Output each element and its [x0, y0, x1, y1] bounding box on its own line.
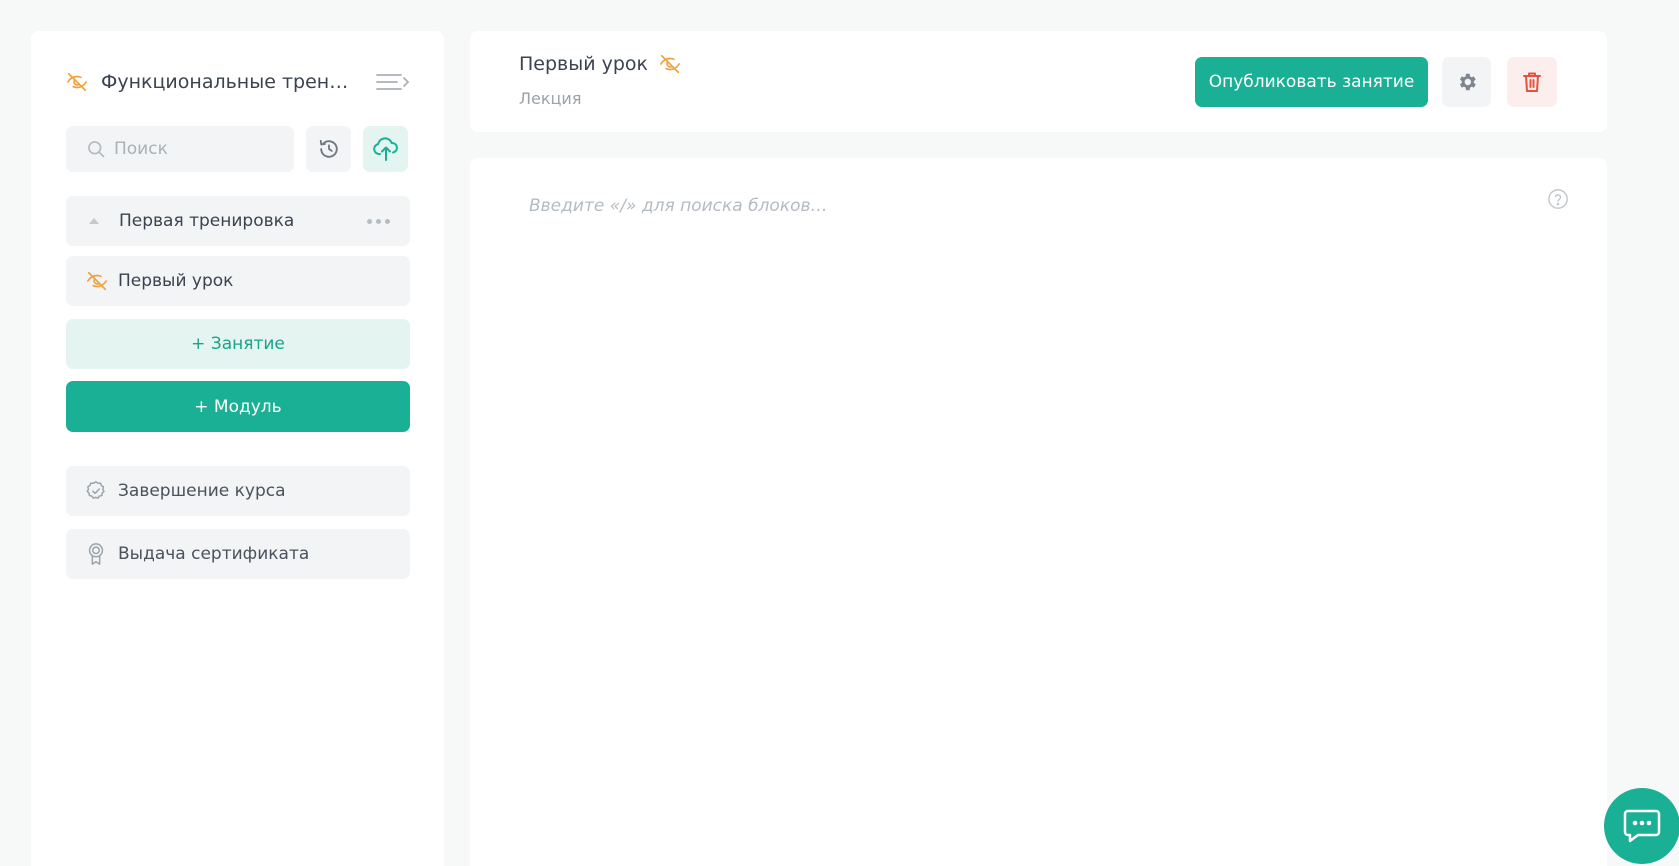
history-button[interactable]	[306, 126, 351, 172]
eye-off-icon	[66, 71, 88, 93]
upload-button[interactable]	[363, 126, 408, 172]
course-completion-label: Завершение курса	[118, 481, 286, 501]
certificate-label: Выдача сертификата	[118, 544, 310, 564]
search-input[interactable]	[114, 139, 284, 159]
award-icon	[85, 542, 107, 566]
lesson-label: Первый урок	[118, 271, 234, 291]
history-icon	[318, 138, 340, 160]
course-sidebar: Функциональные трени... Поиск Первая тре…	[31, 31, 444, 866]
lesson-type: Лекция	[519, 89, 582, 108]
lesson-title-row: Первый урок	[519, 53, 681, 75]
lesson-title[interactable]: Первый урок	[519, 53, 648, 75]
course-header: Функциональные трени...	[66, 67, 411, 97]
collapse-sidebar-icon[interactable]	[375, 71, 411, 93]
lesson-editor[interactable]: Введите «/» для поиска блоков…	[470, 158, 1607, 866]
chat-icon	[1622, 808, 1662, 844]
chat-widget-button[interactable]	[1604, 788, 1679, 864]
settings-button[interactable]	[1442, 57, 1491, 107]
eye-off-icon	[86, 270, 108, 292]
editor-placeholder[interactable]: Введите «/» для поиска блоков…	[529, 196, 828, 216]
help-circle-icon[interactable]	[1547, 188, 1569, 210]
lesson-item[interactable]: Первый урок	[66, 256, 410, 306]
module-label: Первая тренировка	[119, 211, 295, 231]
caret-up-icon[interactable]	[89, 218, 99, 224]
certificate-item[interactable]: Выдача сертификата	[66, 529, 410, 579]
search-field[interactable]	[66, 126, 294, 172]
course-completion-item[interactable]: Завершение курса	[66, 466, 410, 516]
module-item[interactable]: Первая тренировка	[66, 196, 410, 246]
lesson-header: Первый урок Лекция Опубликовать занятие	[470, 31, 1607, 132]
trash-icon	[1522, 71, 1542, 93]
badge-check-icon	[85, 480, 107, 502]
delete-lesson-button[interactable]	[1507, 57, 1557, 107]
course-title[interactable]: Функциональные трени...	[101, 71, 356, 93]
add-lesson-button[interactable]: + Занятие	[66, 319, 410, 369]
more-dots-icon[interactable]	[367, 218, 390, 224]
search-icon	[86, 139, 106, 159]
search-row	[66, 126, 410, 172]
add-module-button[interactable]: + Модуль	[66, 381, 410, 432]
publish-lesson-button[interactable]: Опубликовать занятие	[1195, 57, 1428, 107]
cloud-upload-icon	[372, 136, 400, 162]
gear-icon	[1456, 71, 1478, 93]
eye-off-icon	[659, 53, 681, 75]
